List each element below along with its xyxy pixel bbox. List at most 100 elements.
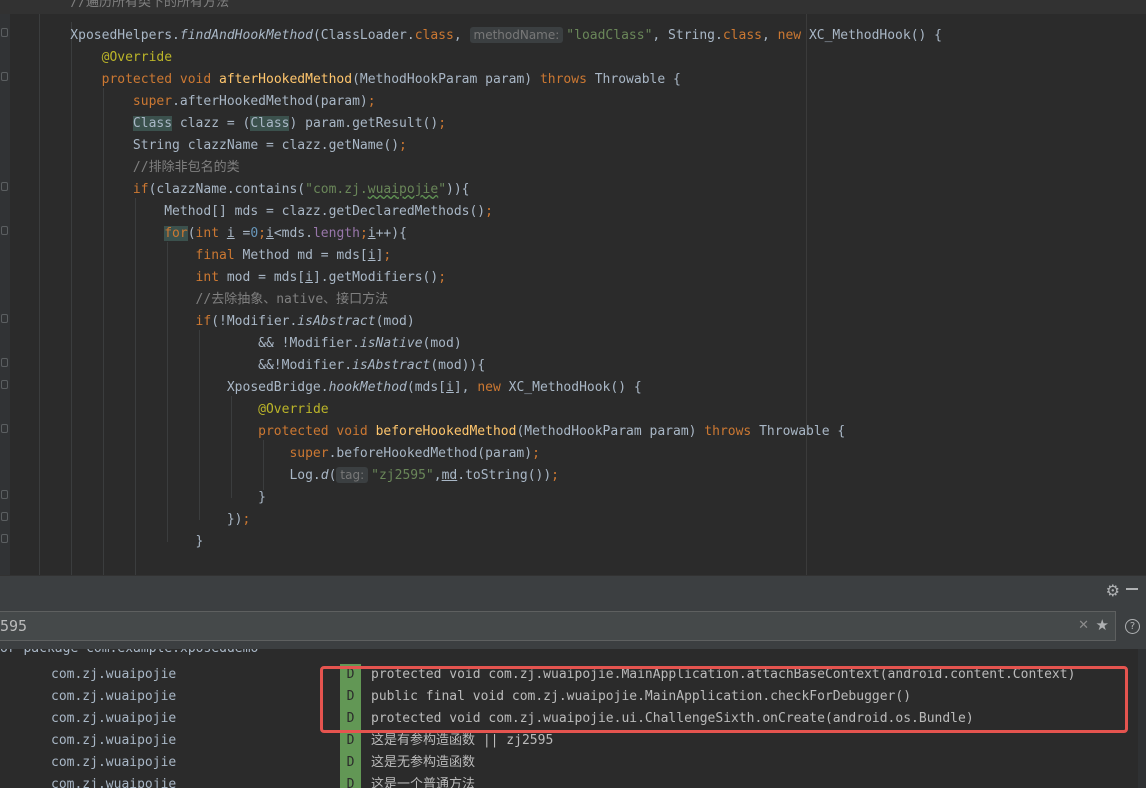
code-token: (mds[	[406, 380, 447, 395]
code-token: XC_MethodHook() {	[500, 380, 642, 395]
help-icon[interactable]: ?	[1125, 619, 1140, 634]
code-line[interactable]: XposedBridge.hookMethod(mds[i], new XC_M…	[0, 377, 1146, 399]
code-token: ,	[761, 28, 778, 43]
star-icon[interactable]: ★	[1096, 616, 1109, 634]
code-token: i	[367, 226, 376, 241]
code-line[interactable]: if(clazzName.contains("com.zj.wuaipojie"…	[0, 179, 1146, 201]
code-token: ].getModifiers()	[312, 270, 439, 285]
log-row[interactable]: com.zj.wuaipojie D 这是有参构造函数 || zj2595	[0, 730, 1146, 752]
code-line[interactable]: super.beforeHookedMethod(param);	[0, 443, 1146, 465]
code-line[interactable]: Class clazz = (Class) param.getResult();	[0, 113, 1146, 135]
code-line[interactable]: @Override	[0, 399, 1146, 421]
logcat-output[interactable]: or package com.example.xposeddemo com.zj…	[0, 649, 1146, 788]
log-level-badge: D	[340, 774, 361, 788]
code-token: new	[777, 28, 802, 43]
code-token: XC_MethodHook() {	[801, 28, 943, 43]
code-token: "zj2595"	[371, 468, 434, 483]
log-scrollbar[interactable]	[1138, 649, 1146, 788]
code-line[interactable]: //去除抽象、native、接口方法	[0, 289, 1146, 311]
code-token: }	[39, 534, 204, 549]
code-line[interactable]: && !Modifier.isNative(mod)	[0, 333, 1146, 355]
code-token: for	[164, 226, 188, 241]
logcat-filter-input[interactable]	[0, 612, 1070, 640]
code-line[interactable]: Log.d(tag: "zj2595",md.toString());	[0, 465, 1146, 487]
code-line[interactable]: protected void afterHookedMethod(MethodH…	[0, 69, 1146, 91]
log-tag: com.zj.wuaipojie	[51, 689, 177, 704]
code-token: ,	[453, 28, 470, 43]
gear-icon[interactable]: ⚙	[1106, 581, 1120, 600]
code-token: int	[195, 270, 227, 285]
code-token: d	[320, 468, 329, 483]
code-line[interactable]: if(!Modifier.isAbstract(mod)	[0, 311, 1146, 333]
code-token: throws	[539, 72, 587, 87]
code-token: (mod)){	[430, 358, 486, 373]
logcat-filter-box: ✕ ★	[0, 611, 1116, 641]
code-token: ;	[383, 248, 392, 263]
log-tag: com.zj.wuaipojie	[51, 777, 177, 788]
code-token: Throwable {	[751, 424, 846, 439]
code-line[interactable]: super.afterHookedMethod(param);	[0, 91, 1146, 113]
code-token: (	[187, 226, 196, 241]
code-token: ;	[438, 116, 447, 131]
code-line[interactable]: int mod = mds[i].getModifiers();	[0, 267, 1146, 289]
code-token: final	[195, 248, 243, 263]
code-token: clazz = (	[172, 116, 251, 131]
code-token: length	[312, 226, 360, 241]
highlight-box	[320, 666, 1128, 733]
code-token: isAbstract	[352, 358, 431, 373]
code-token: Log.	[39, 468, 321, 483]
code-token: (mod)	[422, 336, 462, 351]
code-line[interactable]: //遍历所有类下的所有方法	[0, 0, 1146, 14]
code-token: ,	[433, 468, 442, 483]
code-token: ;	[532, 446, 540, 461]
minimize-icon[interactable]	[1126, 588, 1138, 590]
code-line[interactable]: @Override	[0, 47, 1146, 69]
code-token: String clazzName = clazz.getName()	[39, 138, 400, 153]
code-token: class	[414, 28, 454, 43]
code-line[interactable]: final Method md = mds[i];	[0, 245, 1146, 267]
logcat-filter-row: ✕ ★ ?	[0, 603, 1146, 649]
code-token: ;	[367, 94, 376, 109]
clear-icon[interactable]: ✕	[1078, 618, 1089, 633]
code-token: (MethodHookParam param)	[352, 72, 540, 87]
code-token: }	[39, 490, 266, 505]
code-token: (ClassLoader.	[312, 28, 415, 43]
code-editor[interactable]: //遍历所有类下的所有方法 XposedHelpers.findAndHookM…	[0, 0, 1146, 575]
code-token: "com.zj.	[305, 182, 368, 197]
code-line[interactable]: Method[] mds = clazz.getDeclaredMethods(…	[0, 201, 1146, 223]
log-row[interactable]: com.zj.wuaipojie D 这是无参构造函数	[0, 752, 1146, 774]
code-line[interactable]: });	[0, 509, 1146, 531]
code-token: i	[266, 226, 274, 241]
code-token: <mds.	[273, 226, 313, 241]
code-line[interactable]: }	[0, 487, 1146, 509]
code-token: && !Modifier.	[39, 336, 360, 351]
code-token: ;	[242, 512, 251, 527]
code-token: (mod)	[375, 314, 415, 329]
code-line[interactable]: }	[0, 531, 1146, 553]
code-line[interactable]: String clazzName = clazz.getName();	[0, 135, 1146, 157]
code-line[interactable]: //排除非包名的类	[0, 157, 1146, 179]
code-token: XposedHelpers.	[39, 28, 180, 43]
code-token: @Override	[101, 50, 173, 65]
code-token: md	[441, 468, 458, 483]
code-token: Throwable {	[586, 72, 681, 87]
code-token: //遍历所有类下的所有方法	[70, 0, 229, 10]
code-token: mod = mds[	[226, 270, 306, 285]
code-line[interactable]: &&!Modifier.isAbstract(mod)){	[0, 355, 1146, 377]
log-row[interactable]: com.zj.wuaipojie D 这是一个普通方法	[0, 774, 1146, 788]
code-token: if	[132, 182, 149, 197]
code-token: (clazzName.contains(	[148, 182, 306, 197]
code-token: isNative	[359, 336, 423, 351]
log-level-badge: D	[340, 730, 361, 752]
code-line[interactable]: for(int i =0;i<mds.length;i++){	[0, 223, 1146, 245]
parameter-hint: tag:	[336, 467, 369, 483]
code-line[interactable]: protected void beforeHookedMethod(Method…	[0, 421, 1146, 443]
code-line[interactable]: XposedHelpers.findAndHookMethod(ClassLoa…	[0, 25, 1146, 47]
